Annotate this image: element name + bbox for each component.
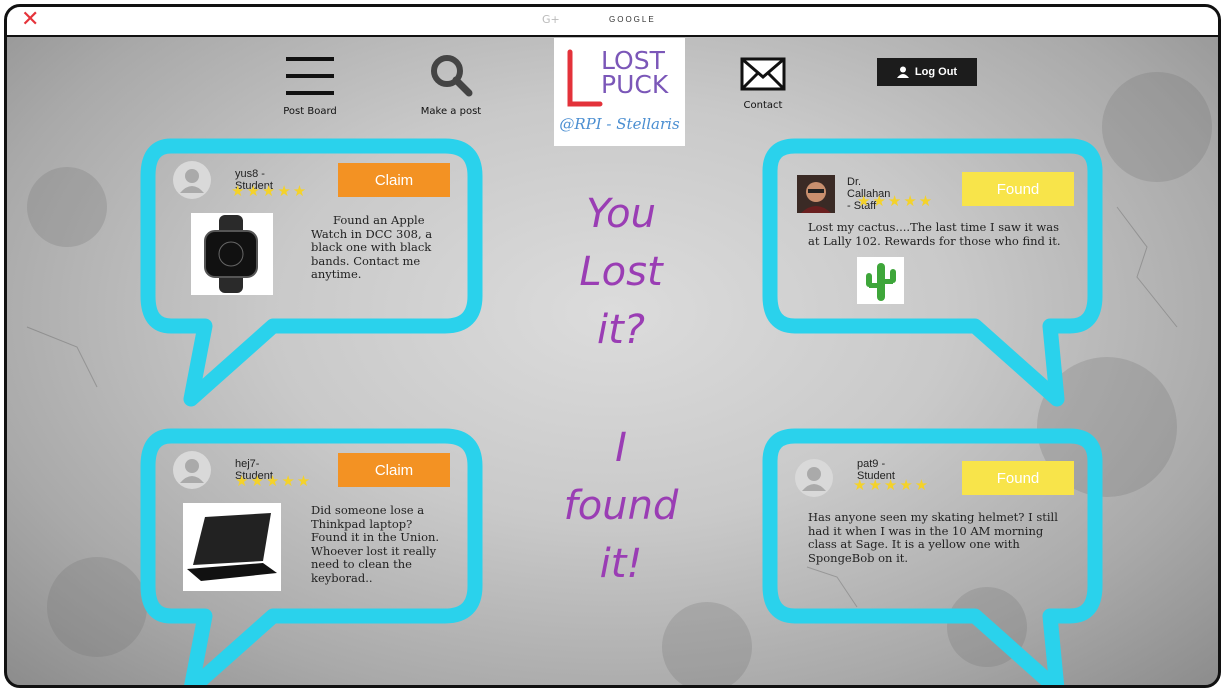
avatar[interactable] (173, 451, 211, 489)
claim-button[interactable]: Claim (338, 453, 450, 487)
title-bar: ✕ G+ GOOGLE (7, 7, 1218, 37)
logout-label: Log Out (914, 66, 958, 78)
slogan-lost: You Lost it? (531, 185, 711, 359)
claim-button[interactable]: Claim (338, 163, 450, 197)
slogan-line: I (615, 425, 627, 471)
slogan-line: You (586, 191, 656, 237)
avatar[interactable] (173, 161, 211, 199)
logo-puck: PUCK (601, 70, 669, 99)
close-icon[interactable]: ✕ (21, 9, 39, 31)
logo-mark-icon (567, 49, 603, 107)
avatar[interactable] (795, 459, 833, 497)
default-avatar-icon (180, 169, 204, 193)
slogan-line: Lost (579, 249, 663, 295)
nav-contact-label: Contact (743, 100, 783, 111)
avatar[interactable] (797, 175, 835, 213)
found-button[interactable]: Found (962, 461, 1074, 495)
google-plus-icon: G+ (542, 13, 560, 26)
envelope-icon (740, 57, 786, 91)
laptop-image (183, 503, 281, 591)
user-icon (896, 66, 909, 78)
rating-stars: ★★★★★ (235, 472, 313, 490)
nav-post-board-label: Post Board (283, 106, 337, 117)
post-message: Lost my cactus....The last time I saw it… (808, 220, 1061, 248)
rating-stars: ★★★★★ (231, 182, 309, 200)
window-title: GOOGLE (609, 15, 656, 24)
nav-post-board[interactable]: Post Board (275, 55, 345, 117)
post-message: Has anyone seen my skating helmet? I sti… (808, 510, 1058, 565)
rating-stars: ★★★★★ (857, 192, 935, 210)
nav-contact[interactable]: Contact (733, 57, 793, 111)
post-message: Found an Apple Watch in DCC 308, a black… (311, 213, 433, 281)
nav-make-post-label: Make a post (420, 106, 482, 117)
logo-lost: LOST (601, 46, 665, 75)
search-icon (431, 55, 473, 97)
post-message: Did someone lose a Thinkpad laptop? Foun… (311, 503, 440, 585)
default-avatar-icon (180, 459, 204, 483)
logo-handle: @RPI - Stellaris (559, 115, 680, 133)
cactus-image (857, 257, 904, 304)
app-window: ✕ G+ GOOGLE Post Board Make a post LOST … (4, 4, 1221, 688)
rating-stars: ★★★★★ (853, 476, 931, 494)
slogan-line: it? (596, 307, 646, 353)
logout-button[interactable]: Log Out (877, 58, 977, 86)
slogan-found: I found it! (531, 419, 711, 593)
staff-photo (797, 175, 835, 213)
lost-puck-logo: LOST PUCK @RPI - Stellaris (554, 38, 685, 146)
hamburger-menu-icon (286, 57, 334, 95)
slogan-line: it! (599, 541, 643, 587)
apple-watch-image (191, 213, 273, 295)
nav-make-post[interactable]: Make a post (411, 53, 491, 117)
slogan-line: found (563, 483, 679, 529)
found-button[interactable]: Found (962, 172, 1074, 206)
default-avatar-icon (802, 467, 826, 491)
